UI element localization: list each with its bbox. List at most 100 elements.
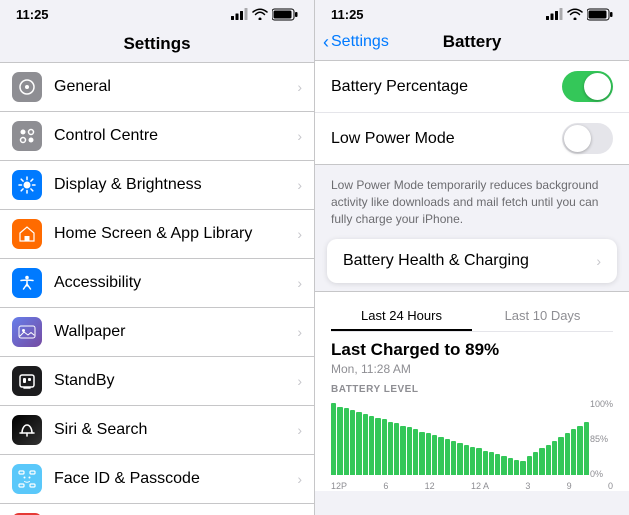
bar-21: [464, 445, 469, 475]
chart-area: 100% 85% 0%: [331, 399, 613, 479]
bar-22: [470, 447, 475, 475]
tab-10days[interactable]: Last 10 Days: [472, 302, 613, 331]
x-label-0: 12P: [331, 481, 347, 491]
settings-item-faceid[interactable]: Face ID & Passcode›: [0, 455, 314, 504]
bar-19: [451, 441, 456, 475]
y-label-85: 85%: [590, 434, 613, 444]
bar-5: [363, 414, 368, 475]
accessibility-chevron-icon: ›: [297, 275, 302, 291]
siri-label: Siri & Search: [54, 421, 293, 439]
bar-35: [552, 441, 557, 475]
left-time: 11:25: [16, 7, 49, 22]
bar-24: [483, 451, 488, 475]
bar-10: [394, 423, 399, 475]
x-label-6: 0: [608, 481, 613, 491]
bar-23: [476, 448, 481, 475]
general-label: General: [54, 78, 293, 96]
settings-item-wallpaper[interactable]: Wallpaper›: [0, 308, 314, 357]
bar-14: [419, 432, 424, 475]
right-time: 11:25: [331, 7, 364, 22]
display-icon: [12, 170, 42, 200]
bar-32: [533, 452, 538, 475]
bar-28: [508, 458, 513, 475]
tab-24hours-label: Last 24 Hours: [361, 308, 442, 323]
control-centre-icon: [12, 121, 42, 151]
settings-item-accessibility[interactable]: Accessibility›: [0, 259, 314, 308]
accessibility-icon: [12, 268, 42, 298]
standby-label: StandBy: [54, 372, 293, 390]
settings-item-emergency[interactable]: SOSEmergency SOS›: [0, 504, 314, 515]
display-label: Display & Brightness: [54, 176, 293, 194]
left-panel: 11:25 Settings General›Contr: [0, 0, 314, 515]
left-status-bar: 11:25: [0, 0, 314, 28]
bar-37: [565, 433, 570, 475]
chart-x-labels: 12P61212 A390: [331, 481, 613, 491]
chart-title: Last Charged to 89%: [331, 340, 613, 360]
battery-health-chevron-icon: ›: [596, 253, 601, 269]
wallpaper-icon: [12, 317, 42, 347]
back-button[interactable]: ‹ Settings: [323, 32, 389, 53]
right-status-bar: 11:25: [315, 0, 629, 28]
home-screen-chevron-icon: ›: [297, 226, 302, 242]
home-screen-icon: [12, 219, 42, 249]
bar-29: [514, 460, 519, 475]
battery-health-row[interactable]: Battery Health & Charging ›: [327, 239, 617, 283]
x-label-4: 3: [525, 481, 530, 491]
battery-icon: [272, 8, 298, 21]
tab-24hours[interactable]: Last 24 Hours: [331, 302, 472, 331]
bar-36: [558, 437, 563, 475]
settings-item-home-screen[interactable]: Home Screen & App Library›: [0, 210, 314, 259]
battery-percentage-toggle[interactable]: [562, 71, 613, 102]
low-power-row[interactable]: Low Power Mode: [315, 113, 629, 164]
chart-section: Last 24 Hours Last 10 Days Last Charged …: [315, 291, 629, 491]
bar-26: [495, 454, 500, 475]
right-signal-icon: [546, 8, 563, 20]
bar-3: [350, 410, 355, 475]
battery-percentage-row[interactable]: Battery Percentage: [315, 61, 629, 113]
settings-item-display[interactable]: Display & Brightness›: [0, 161, 314, 210]
settings-item-control-centre[interactable]: Control Centre›: [0, 112, 314, 161]
bar-8: [382, 419, 387, 474]
toggle-knob: [584, 73, 611, 100]
battery-percentage-label: Battery Percentage: [331, 78, 562, 96]
left-status-icons: [231, 8, 298, 21]
bar-20: [457, 443, 462, 475]
back-chevron-icon: ‹: [323, 32, 329, 53]
bar-2: [344, 408, 349, 475]
settings-item-siri[interactable]: Siri & Search›: [0, 406, 314, 455]
left-panel-title: Settings: [0, 28, 314, 62]
bar-chart: [331, 399, 613, 475]
wifi-icon: [252, 8, 268, 20]
bar-13: [413, 429, 418, 475]
signal-icon: [231, 8, 248, 20]
right-header: ‹ Settings Battery: [315, 28, 629, 60]
battery-health-label: Battery Health & Charging: [343, 252, 596, 270]
low-power-description: Low Power Mode temporarily reduces backg…: [315, 173, 629, 235]
right-title: Battery: [443, 32, 502, 52]
control-centre-chevron-icon: ›: [297, 128, 302, 144]
bar-4: [356, 412, 361, 475]
general-chevron-icon: ›: [297, 79, 302, 95]
x-label-1: 6: [383, 481, 388, 491]
settings-item-standby[interactable]: StandBy›: [0, 357, 314, 406]
control-centre-label: Control Centre: [54, 127, 293, 145]
bar-0: [331, 403, 336, 475]
settings-item-general[interactable]: General›: [0, 62, 314, 112]
bar-9: [388, 422, 393, 475]
right-battery-icon: [587, 8, 613, 21]
bar-27: [501, 456, 506, 475]
bar-6: [369, 416, 374, 475]
siri-chevron-icon: ›: [297, 422, 302, 438]
bar-15: [426, 433, 431, 475]
bar-38: [571, 429, 576, 475]
low-power-toggle[interactable]: [562, 123, 613, 154]
bar-7: [375, 418, 380, 475]
wallpaper-label: Wallpaper: [54, 323, 293, 341]
low-power-toggle-knob: [564, 125, 591, 152]
siri-icon: [12, 415, 42, 445]
home-screen-label: Home Screen & App Library: [54, 225, 293, 243]
bar-31: [527, 456, 532, 475]
faceid-icon: [12, 464, 42, 494]
display-chevron-icon: ›: [297, 177, 302, 193]
back-label: Settings: [331, 33, 389, 51]
